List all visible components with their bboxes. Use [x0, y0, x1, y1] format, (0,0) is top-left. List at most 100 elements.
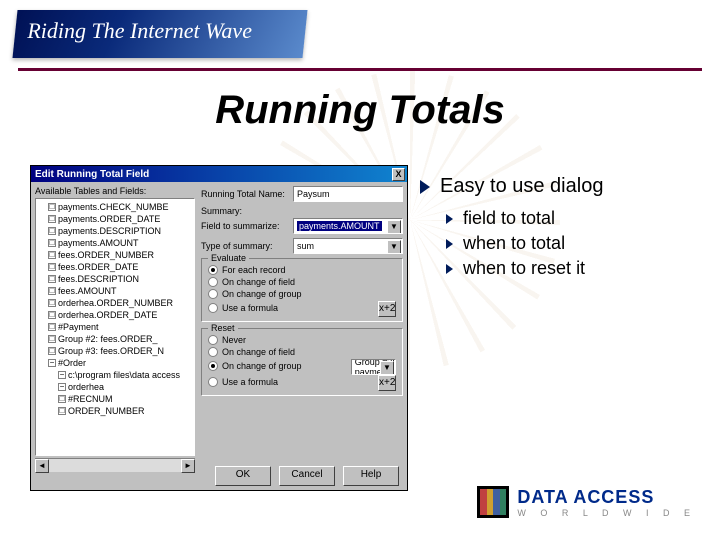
footer-logo: DATA ACCESS W O R L D W I D E — [477, 486, 696, 518]
available-fields-tree[interactable]: □payments.CHECK_NUMBE□payments.ORDER_DAT… — [35, 198, 195, 456]
radio-icon[interactable] — [208, 289, 218, 299]
evaluate-option[interactable]: On change of field — [208, 277, 295, 287]
field-icon[interactable]: □ — [48, 227, 56, 235]
tree-scrollbar[interactable]: ◄ ► — [35, 458, 195, 472]
evaluate-option[interactable]: For each record — [208, 265, 286, 275]
radio-icon[interactable] — [208, 303, 218, 313]
radio-icon[interactable] — [208, 335, 218, 345]
tree-item[interactable]: □payments.AMOUNT — [38, 237, 192, 249]
field-icon[interactable]: □ — [48, 299, 56, 307]
radio-icon[interactable] — [208, 361, 218, 371]
field-icon[interactable]: □ — [48, 287, 56, 295]
chevron-down-icon[interactable]: ▼ — [380, 361, 394, 375]
tree-item[interactable]: □#Payment — [38, 321, 192, 333]
tree-item[interactable]: □Group #2: fees.ORDER_ — [38, 333, 192, 345]
type-of-summary-value: sum — [297, 241, 314, 251]
tree-item[interactable]: □fees.AMOUNT — [38, 285, 192, 297]
formula-button[interactable]: x+2 — [378, 301, 396, 317]
close-button[interactable]: X — [392, 168, 405, 181]
evaluate-option-label: On change of group — [222, 289, 302, 299]
radio-icon[interactable] — [208, 277, 218, 287]
tree-item-label: #Payment — [58, 321, 99, 333]
field-icon[interactable]: □ — [48, 323, 56, 331]
logo-text-main: DATA ACCESS — [517, 487, 696, 508]
tree-item-label: c:\program files\data access — [68, 369, 180, 381]
reset-group-combo[interactable]: Group #2: payments.ORDER_NU▼ — [351, 359, 396, 375]
tree-item[interactable]: □Group #3: fees.ORDER_N — [38, 345, 192, 357]
reset-option[interactable]: On change of group — [208, 361, 302, 371]
scroll-right-button[interactable]: ► — [181, 459, 195, 473]
running-total-name-label: Running Total Name: — [201, 189, 287, 199]
evaluate-option-label: On change of field — [222, 277, 295, 287]
tree-item[interactable]: □orderhea.ORDER_DATE — [38, 309, 192, 321]
logo-text-sub: W O R L D W I D E — [517, 508, 696, 518]
field-icon[interactable]: □ — [48, 335, 56, 343]
ok-button[interactable]: OK — [215, 466, 271, 486]
field-icon[interactable]: □ — [48, 203, 56, 211]
header-banner: Riding The Internet Wave — [12, 10, 307, 58]
type-of-summary-combo[interactable]: sum ▼ — [293, 238, 403, 254]
field-icon[interactable]: □ — [48, 275, 56, 283]
tree-item-label: orderhea — [68, 381, 104, 393]
tree-item-label: payments.ORDER_DATE — [58, 213, 160, 225]
bullet-main: Easy to use dialog — [420, 175, 700, 198]
page-title: Running Totals — [0, 88, 720, 133]
field-icon[interactable]: □ — [58, 395, 66, 403]
field-icon[interactable]: □ — [58, 407, 66, 415]
tree-item[interactable]: □fees.DESCRIPTION — [38, 273, 192, 285]
bullet-arrow-icon — [446, 264, 453, 274]
field-icon[interactable]: □ — [48, 215, 56, 223]
reset-option[interactable]: On change of field — [208, 347, 295, 357]
tree-item[interactable]: □fees.ORDER_NUMBER — [38, 249, 192, 261]
field-icon[interactable]: □ — [48, 311, 56, 319]
tree-item-label: payments.AMOUNT — [58, 237, 139, 249]
collapse-icon[interactable]: − — [58, 371, 66, 379]
tree-item[interactable]: −#Order — [38, 357, 192, 369]
reset-option-label: Never — [222, 335, 246, 345]
tree-item[interactable]: □orderhea.ORDER_NUMBER — [38, 297, 192, 309]
help-button[interactable]: Help — [343, 466, 399, 486]
field-icon[interactable]: □ — [48, 251, 56, 259]
formula-button[interactable]: x+2 — [378, 375, 396, 391]
radio-icon[interactable] — [208, 265, 218, 275]
collapse-icon[interactable]: − — [48, 359, 56, 367]
field-icon[interactable]: □ — [48, 263, 56, 271]
cancel-button[interactable]: Cancel — [279, 466, 335, 486]
tree-item-label: fees.ORDER_DATE — [58, 261, 138, 273]
tree-item[interactable]: □payments.ORDER_DATE — [38, 213, 192, 225]
bullet-list: Easy to use dialog field to total when t… — [420, 175, 700, 283]
running-total-name-input[interactable]: Paysum — [293, 186, 403, 202]
bullet-sub-text: field to total — [463, 208, 555, 229]
field-icon[interactable]: □ — [48, 239, 56, 247]
dialog-title: Edit Running Total Field — [35, 169, 149, 180]
evaluate-option[interactable]: On change of group — [208, 289, 302, 299]
tree-item[interactable]: −c:\program files\data access — [38, 369, 192, 381]
bullet-arrow-icon — [446, 239, 453, 249]
tree-item[interactable]: □#RECNUM — [38, 393, 192, 405]
collapse-icon[interactable]: − — [58, 383, 66, 391]
evaluate-group: Evaluate For each recordOn change of fie… — [201, 258, 403, 322]
bullet-sub-text: when to reset it — [463, 258, 585, 279]
chevron-down-icon[interactable]: ▼ — [387, 240, 401, 254]
evaluate-option-label: Use a formula — [222, 303, 278, 313]
evaluate-option[interactable]: Use a formula — [208, 303, 278, 313]
tree-item-label: orderhea.ORDER_DATE — [58, 309, 157, 321]
tree-item[interactable]: −orderhea — [38, 381, 192, 393]
dialog-titlebar[interactable]: Edit Running Total Field X — [31, 166, 407, 182]
banner-text: Riding The Internet Wave — [27, 18, 252, 44]
chevron-down-icon[interactable]: ▼ — [387, 220, 401, 234]
bullet-arrow-icon — [420, 180, 430, 194]
tree-item[interactable]: □fees.ORDER_DATE — [38, 261, 192, 273]
field-to-summarize-combo[interactable]: payments.AMOUNT ▼ — [293, 218, 403, 234]
radio-icon[interactable] — [208, 347, 218, 357]
tree-item[interactable]: □payments.DESCRIPTION — [38, 225, 192, 237]
tree-item[interactable]: □payments.CHECK_NUMBE — [38, 201, 192, 213]
reset-option[interactable]: Use a formula — [208, 377, 278, 387]
radio-icon[interactable] — [208, 377, 218, 387]
scroll-left-button[interactable]: ◄ — [35, 459, 49, 473]
tree-item[interactable]: □ORDER_NUMBER — [38, 405, 192, 417]
field-icon[interactable]: □ — [48, 347, 56, 355]
reset-option[interactable]: Never — [208, 335, 246, 345]
tree-item-label: payments.DESCRIPTION — [58, 225, 161, 237]
tree-item-label: orderhea.ORDER_NUMBER — [58, 297, 173, 309]
